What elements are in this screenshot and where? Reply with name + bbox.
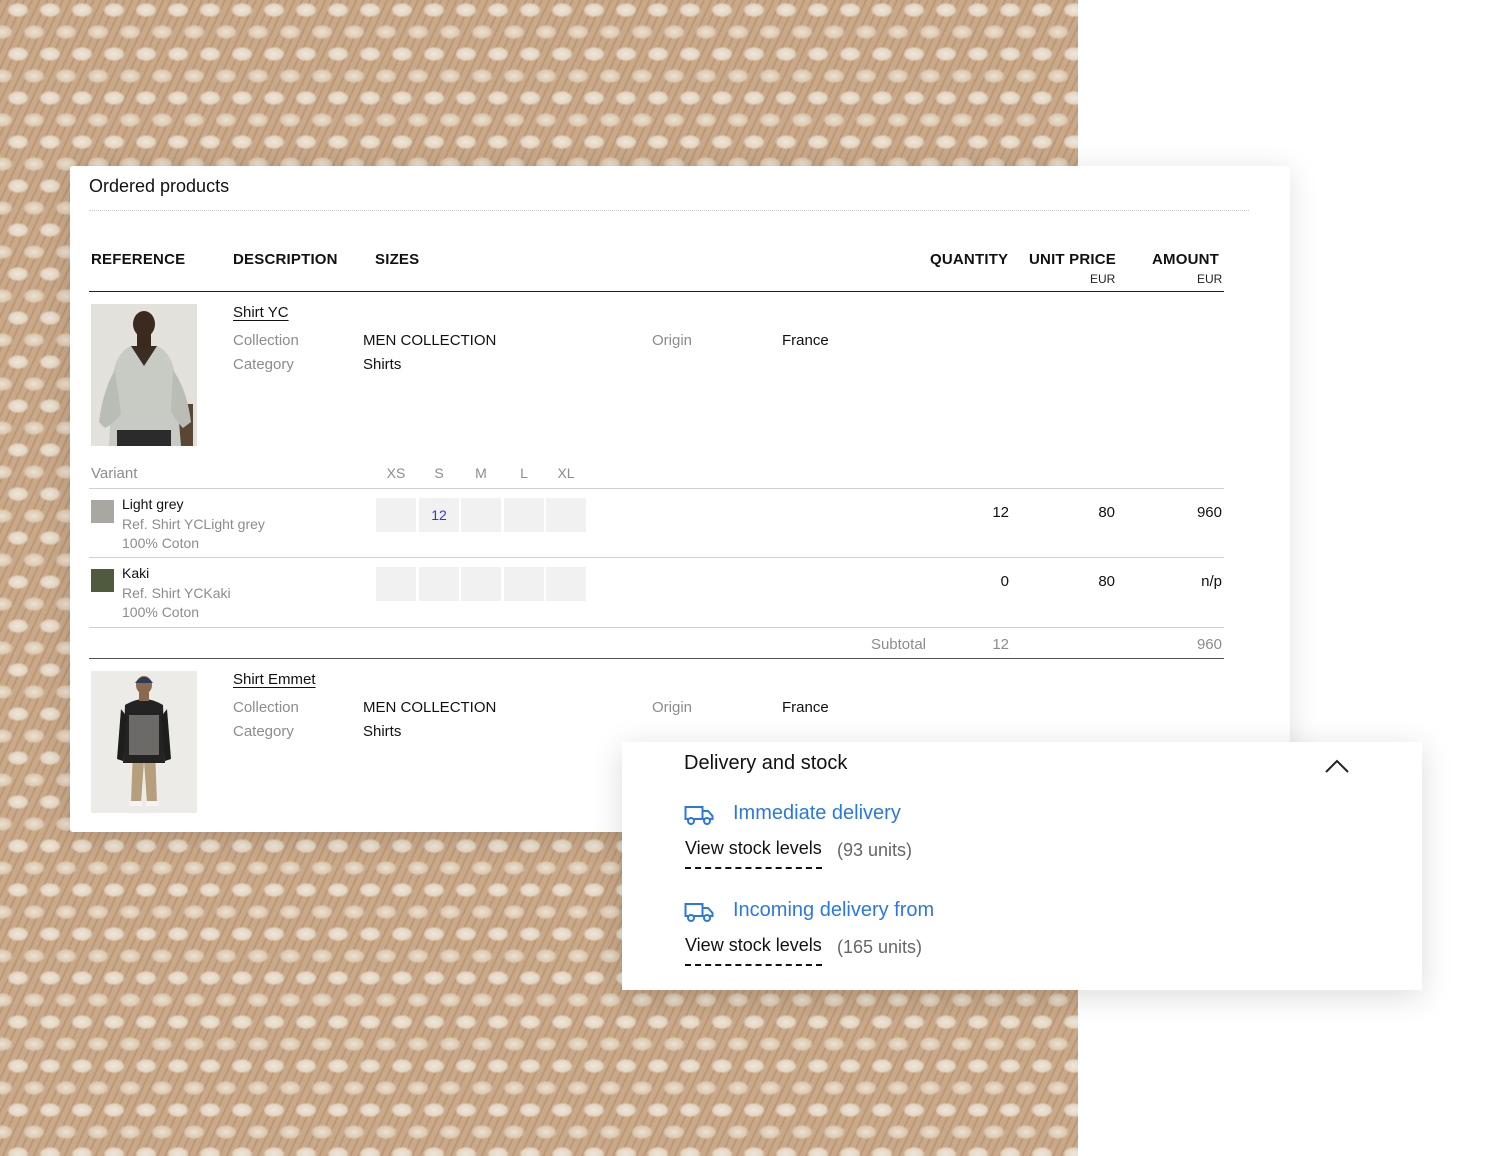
origin-value: France xyxy=(782,332,829,349)
product-link-shirt-yc[interactable]: Shirt YC xyxy=(233,304,289,321)
category-value: Shirts xyxy=(363,356,402,373)
stock-units: (165 units) xyxy=(837,937,923,957)
size-cell-xs[interactable] xyxy=(376,498,416,532)
variant-ref: Ref. Shirt YCLight grey xyxy=(122,516,265,532)
col-quantity: QUANTITY xyxy=(930,251,1009,268)
variant-name: Light grey xyxy=(122,496,184,512)
size-cell-s[interactable] xyxy=(419,567,459,601)
variant-quantity: 12 xyxy=(992,504,1009,521)
size-cell-xs[interactable] xyxy=(376,567,416,601)
origin-label: Origin xyxy=(652,699,693,716)
truck-icon xyxy=(684,806,714,825)
collection-label: Collection xyxy=(233,699,299,716)
stock-units: (93 units) xyxy=(837,840,913,860)
origin-value: France xyxy=(782,699,829,716)
col-reference: REFERENCE xyxy=(91,251,186,268)
product-end-rule xyxy=(89,658,1224,659)
variant-header-rule xyxy=(89,488,1224,489)
popover-title: Delivery and stock xyxy=(684,752,848,774)
variant-label: Variant xyxy=(91,465,138,482)
size-cell-xl[interactable] xyxy=(546,498,586,532)
size-cell-l[interactable] xyxy=(504,498,544,532)
size-cell-m[interactable] xyxy=(461,498,501,532)
view-stock-levels-link[interactable]: View stock levels xyxy=(685,935,822,966)
view-stock-levels-link[interactable]: View stock levels xyxy=(685,838,822,869)
col-unit-price: UNIT PRICE xyxy=(1029,251,1117,268)
category-label: Category xyxy=(233,356,294,373)
variant-ref: Ref. Shirt YCKaki xyxy=(122,585,231,601)
swatch-light-grey xyxy=(91,500,114,523)
immediate-delivery-link[interactable]: Immediate delivery xyxy=(733,802,901,825)
col-description: DESCRIPTION xyxy=(233,251,338,268)
product-photo-shirt-yc xyxy=(91,304,197,446)
variant-amount: n/p xyxy=(1201,573,1222,590)
variant-name: Kaki xyxy=(122,565,150,581)
variant-material: 100% Coton xyxy=(122,535,200,551)
col-unit-price-currency: EUR xyxy=(1090,272,1116,286)
subtotal-amount: 960 xyxy=(1196,636,1222,653)
variant-quantity: 0 xyxy=(1000,573,1009,590)
truck-icon xyxy=(684,903,714,922)
col-amount-currency: EUR xyxy=(1197,272,1223,286)
collection-value: MEN COLLECTION xyxy=(363,699,497,716)
size-head-s: S xyxy=(434,465,444,481)
size-cell-m[interactable] xyxy=(461,567,501,601)
size-head-l: L xyxy=(520,465,528,481)
origin-label: Origin xyxy=(652,332,693,349)
chevron-up-icon[interactable] xyxy=(1322,756,1352,776)
collection-value: MEN COLLECTION xyxy=(363,332,497,349)
product-photo-shirt-emmet xyxy=(91,671,197,813)
variant-amount: 960 xyxy=(1196,504,1222,521)
header-rule xyxy=(89,291,1224,292)
col-sizes: SIZES xyxy=(375,251,420,268)
subtotal-rule xyxy=(89,627,1224,628)
title-divider xyxy=(89,210,1249,211)
variant-unit-price: 80 xyxy=(1098,504,1115,521)
size-cell-s[interactable]: 12 xyxy=(419,498,459,532)
swatch-kaki xyxy=(91,569,114,592)
size-cell-xl[interactable] xyxy=(546,567,586,601)
subtotal-quantity: 12 xyxy=(992,636,1009,653)
size-head-xl: XL xyxy=(557,465,575,481)
col-amount: AMOUNT xyxy=(1152,251,1220,268)
variant-unit-price: 80 xyxy=(1098,573,1115,590)
variant-material: 100% Coton xyxy=(122,604,200,620)
ordered-products-panel: Ordered products REFERENCE DESCRIPTION S… xyxy=(70,166,1290,832)
category-value: Shirts xyxy=(363,723,402,740)
panel-title: Ordered products xyxy=(89,176,230,196)
subtotal-label: Subtotal xyxy=(870,636,926,653)
size-head-m: M xyxy=(475,465,487,481)
collection-label: Collection xyxy=(233,332,299,349)
category-label: Category xyxy=(233,723,294,740)
incoming-delivery-link[interactable]: Incoming delivery from xyxy=(733,899,934,922)
product-link-shirt-emmet[interactable]: Shirt Emmet xyxy=(233,671,316,688)
delivery-stock-popover: Delivery and stock Immediate delivery Vi… xyxy=(622,742,1422,990)
size-head-xs: XS xyxy=(386,465,406,481)
size-cell-l[interactable] xyxy=(504,567,544,601)
variant-rule xyxy=(89,557,1224,558)
